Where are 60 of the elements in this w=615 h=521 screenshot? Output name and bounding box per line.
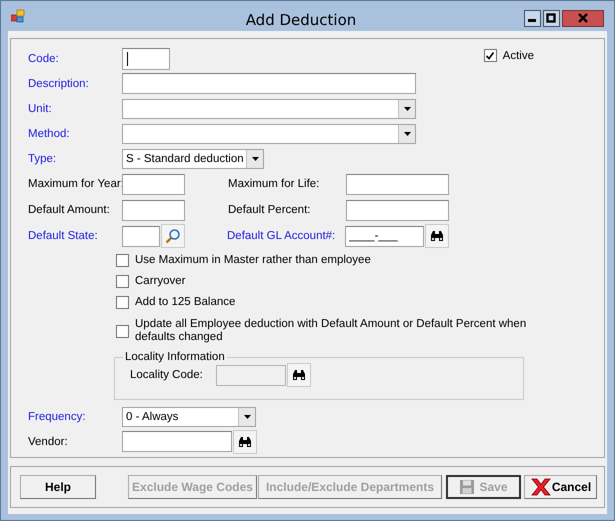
action-button[interactable]: Help — [20, 475, 96, 499]
checkbox[interactable] — [116, 275, 129, 288]
field-label: Vendor: — [28, 436, 69, 448]
checkbox-label: Add to 125 Balance — [135, 296, 236, 309]
field-label: Frequency: — [28, 411, 87, 423]
maximize-button[interactable] — [542, 10, 560, 26]
group-title: Locality Information — [124, 351, 226, 363]
field-label: Locality Code: — [130, 369, 204, 381]
state-field[interactable] — [122, 226, 160, 246]
vendor-field[interactable] — [122, 431, 232, 452]
gl-account-field[interactable]: ____-___ — [345, 226, 424, 246]
dropdown[interactable] — [122, 124, 416, 144]
field-label: Description: — [28, 78, 90, 90]
binoculars-icon — [430, 230, 444, 242]
number-field[interactable] — [346, 174, 449, 194]
checkbox-label: Active — [502, 50, 534, 62]
field-label: Code: — [28, 52, 60, 64]
dropdown-arrow-icon — [404, 106, 410, 110]
search-button[interactable] — [161, 224, 185, 248]
field-label: Default GL Account#: — [227, 230, 336, 242]
checkbox[interactable] — [116, 254, 129, 267]
type-dropdown[interactable]: S - Standard deduction — [122, 148, 264, 168]
dropdown[interactable] — [122, 98, 416, 118]
field-label: Maximum for Life: — [228, 178, 320, 190]
field-label: Maximum for Year: — [28, 178, 122, 190]
field-label: Unit: — [28, 102, 53, 114]
dropdown-arrow-icon — [244, 415, 250, 419]
checkbox-label: Carryover — [135, 275, 186, 288]
field-label: Default Percent: — [228, 204, 312, 216]
field-label: Default State: — [28, 230, 99, 242]
lookup-button[interactable] — [425, 224, 449, 248]
checkbox-label: Update all Employee deduction with Default Amount or Default Percent when defaults changed — [135, 318, 528, 344]
binoculars-icon — [238, 436, 252, 448]
frequency-dropdown[interactable]: 0 - Always — [122, 407, 256, 427]
number-field[interactable] — [122, 174, 185, 194]
checkbox[interactable] — [116, 324, 129, 338]
cancel-x-icon — [530, 478, 552, 496]
checkbox-label: Use Maximum in Master rather than employee — [135, 254, 372, 267]
minimize-button[interactable] — [524, 10, 541, 26]
code-field[interactable] — [122, 48, 170, 70]
search-icon — [165, 228, 181, 244]
active-checkbox[interactable] — [484, 49, 497, 62]
binoculars-icon — [292, 369, 306, 381]
number-field[interactable] — [346, 200, 449, 220]
maximize-icon — [546, 13, 556, 23]
field-label: Type: — [28, 152, 58, 164]
dropdown-arrow-icon — [404, 132, 410, 136]
number-field[interactable] — [122, 200, 185, 220]
lookup-button[interactable] — [287, 363, 311, 387]
app-icon — [11, 9, 25, 23]
field-label: Method: — [28, 128, 71, 140]
window-title: Add Deduction — [246, 11, 356, 29]
action-button[interactable]: Cancel — [524, 475, 597, 499]
checkbox[interactable] — [116, 296, 129, 309]
close-button[interactable] — [562, 10, 604, 26]
field-label: Default Amount: — [28, 204, 111, 216]
description-field[interactable] — [122, 73, 416, 94]
dropdown-arrow-icon — [252, 156, 258, 160]
lookup-button[interactable] — [233, 430, 257, 454]
close-icon — [578, 13, 588, 23]
